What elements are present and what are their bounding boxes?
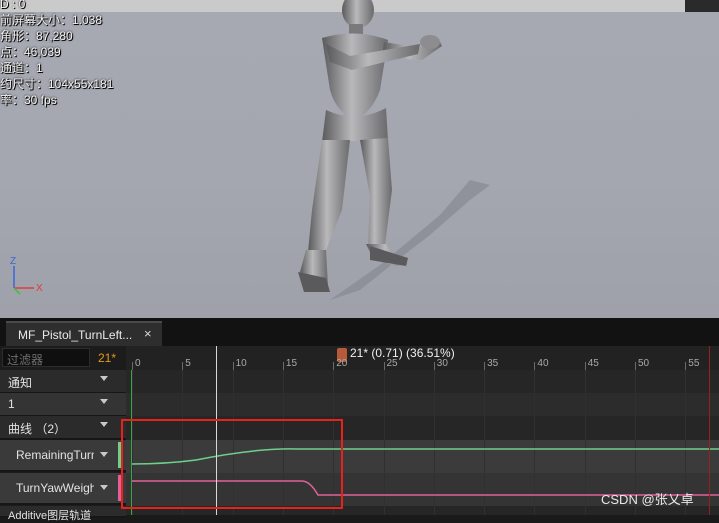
watermark: CSDN @张乂卓 bbox=[601, 492, 694, 507]
chevron-down-icon[interactable] bbox=[100, 485, 108, 490]
tab-bar: MF_Pistol_TurnLeft... × bbox=[0, 318, 719, 346]
curve-turn-yaw-weight[interactable]: TurnYawWeight bbox=[0, 473, 126, 505]
tick-label-35: 35 bbox=[487, 358, 499, 369]
gizmo-z-label: Z bbox=[10, 256, 16, 267]
chevron-down-icon[interactable] bbox=[100, 376, 108, 381]
curve-label-turn-yaw-weight: TurnYawWeight bbox=[16, 481, 94, 495]
tab-title: MF_Pistol_TurnLeft... bbox=[18, 328, 133, 342]
curve-label-remaining-turn-yaw: RemainingTurnYaw bbox=[16, 448, 94, 462]
major-tick bbox=[132, 362, 133, 370]
tick-label-50: 50 bbox=[638, 358, 650, 369]
tick-label-15: 15 bbox=[285, 358, 298, 369]
tick-label-20: 20 bbox=[336, 358, 348, 369]
track-label-curves: 曲线 （2） bbox=[8, 422, 67, 436]
major-tick bbox=[182, 362, 184, 370]
major-tick bbox=[484, 362, 486, 370]
tick-label-25: 25 bbox=[386, 358, 398, 369]
track-list-panel: 过滤器 21* 通知 1 曲线 （2） RemainingTurnYaw Tur… bbox=[0, 346, 126, 522]
track-label-notifies: 通知 bbox=[8, 376, 33, 390]
tick-label-0: 0 bbox=[135, 358, 141, 369]
tick-label-30: 30 bbox=[436, 358, 448, 369]
tick-label-40: 40 bbox=[537, 358, 549, 369]
mannequin-character[interactable] bbox=[0, 0, 719, 318]
track-label-notify-1: 1 bbox=[8, 397, 15, 411]
current-frame-count: 21* bbox=[98, 351, 117, 365]
major-tick bbox=[282, 362, 284, 370]
chevron-down-icon[interactable] bbox=[100, 452, 108, 457]
end-marker-line bbox=[709, 346, 710, 515]
close-icon[interactable]: × bbox=[144, 326, 152, 341]
major-tick bbox=[333, 362, 335, 370]
tick-label-5: 5 bbox=[185, 358, 191, 369]
filter-input[interactable]: 过滤器 bbox=[2, 348, 90, 367]
major-tick bbox=[584, 362, 586, 370]
track-notify-1[interactable]: 1 bbox=[0, 393, 126, 417]
viewport[interactable]: D : 0 前屏幕大小：1.038 角形：87,280 点：46,039 通道：… bbox=[0, 0, 719, 318]
major-tick bbox=[433, 362, 435, 370]
major-tick bbox=[534, 362, 536, 370]
major-tick bbox=[383, 362, 385, 370]
major-tick bbox=[232, 362, 234, 370]
track-additive-layer[interactable]: Additive图层轨道 bbox=[0, 506, 126, 522]
annotation-highlight-box bbox=[121, 419, 343, 509]
filter-row: 过滤器 21* bbox=[0, 346, 126, 370]
chevron-down-icon[interactable] bbox=[100, 422, 108, 427]
timeline-ruler[interactable]: 21* (0.71) (36.51%) 0 5 10 15 20 25 30 35 40 45 50… bbox=[126, 346, 719, 370]
major-tick bbox=[685, 362, 687, 370]
gizmo-x-label: X bbox=[36, 283, 43, 294]
axis-gizmo: Z X bbox=[10, 256, 43, 295]
chevron-down-icon[interactable] bbox=[100, 399, 108, 404]
tab-anim-sequence[interactable]: MF_Pistol_TurnLeft... × bbox=[6, 321, 162, 346]
tick-label-45: 45 bbox=[587, 358, 599, 369]
curve-remaining-turn-yaw[interactable]: RemainingTurnYaw bbox=[0, 440, 126, 472]
major-tick bbox=[635, 362, 636, 370]
track-label-additive: Additive图层轨道 bbox=[8, 510, 92, 522]
tick-label-55: 55 bbox=[688, 358, 700, 369]
track-notifies[interactable]: 通知 bbox=[0, 370, 126, 394]
track-curves[interactable]: 曲线 （2） bbox=[0, 416, 126, 440]
tick-label-10: 10 bbox=[235, 358, 247, 369]
